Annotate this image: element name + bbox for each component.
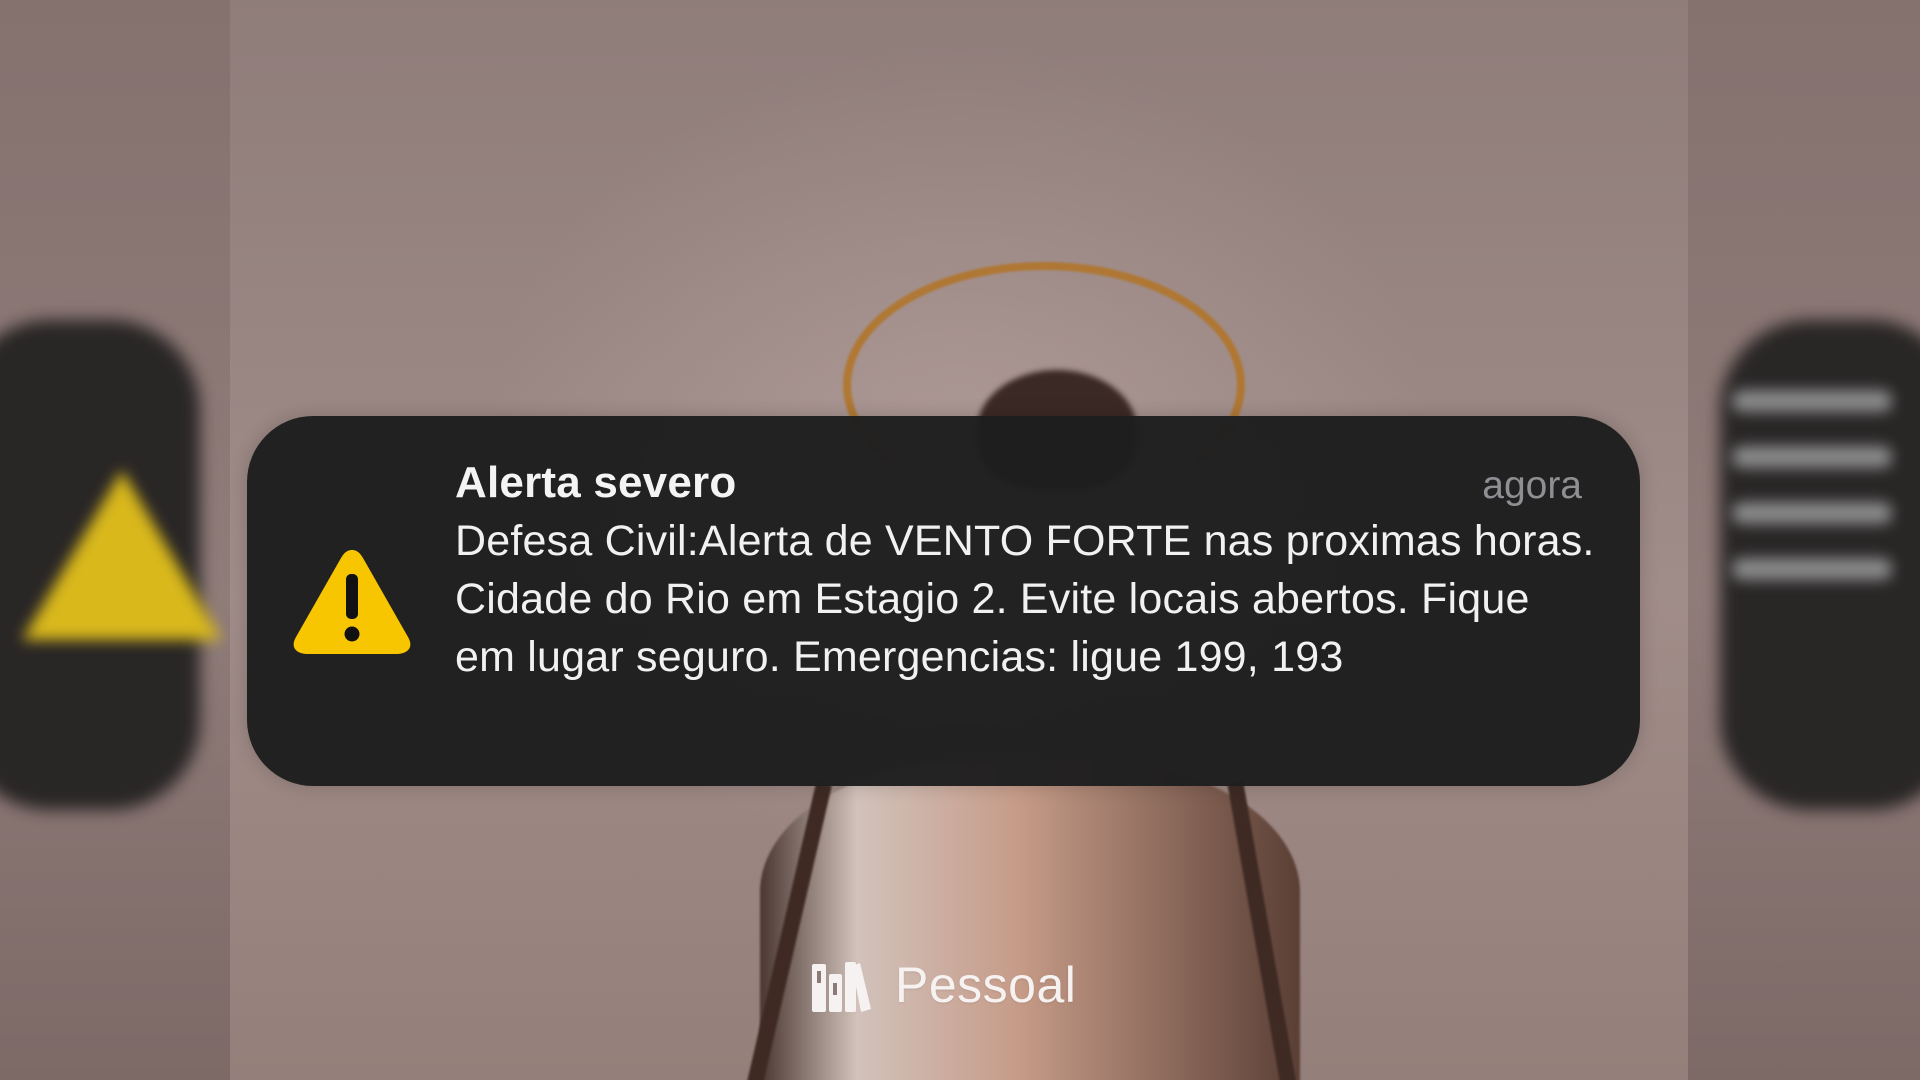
severe-alert-notification[interactable]: Alerta severo agora Defesa Civil:Alerta …	[247, 416, 1640, 786]
warning-triangle-icon	[293, 550, 411, 654]
right-blurred-background	[1688, 0, 1920, 1080]
right-blurred-text-lines	[1732, 390, 1892, 670]
lock-screen-background: Alerta severo agora Defesa Civil:Alerta …	[0, 0, 1920, 1080]
wallpaper-figure-robe	[760, 760, 1300, 1080]
books-icon	[812, 962, 871, 1012]
blurred-line	[1732, 502, 1892, 524]
blurred-line	[1732, 390, 1892, 412]
notification-title: Alerta severo	[455, 458, 737, 507]
blurred-line	[1732, 446, 1892, 468]
focus-mode-label: Pessoal	[895, 957, 1077, 1013]
left-blurred-background	[0, 0, 230, 1080]
focus-mode-indicator[interactable]: Pessoal	[809, 955, 1076, 1015]
blurred-line	[1732, 558, 1892, 580]
notification-time: agora	[1482, 464, 1582, 507]
notification-body: Defesa Civil:Alerta de VENTO FORTE nas p…	[455, 517, 1595, 681]
left-blurred-warning-icon	[22, 470, 222, 640]
